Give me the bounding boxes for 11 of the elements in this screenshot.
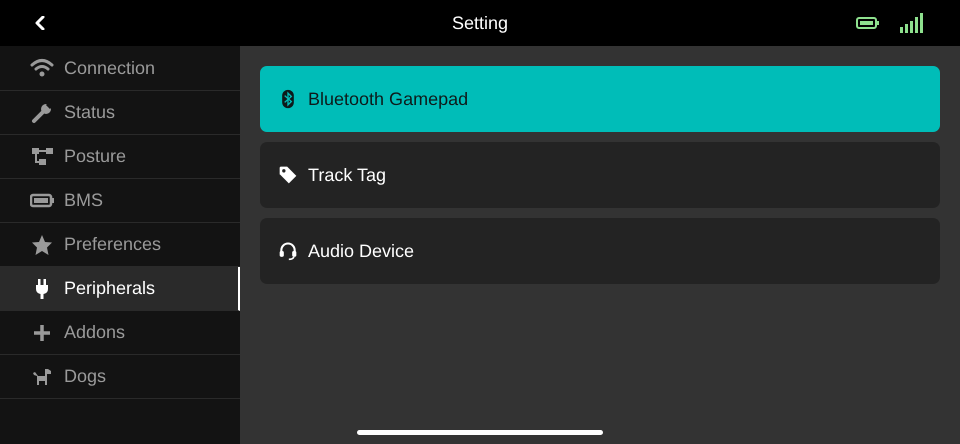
star-icon xyxy=(30,232,54,256)
tag-icon xyxy=(278,165,298,185)
page-title: Setting xyxy=(452,12,508,35)
back-icon xyxy=(35,16,45,30)
headset-icon xyxy=(278,241,298,261)
device-card[interactable]: Audio Device xyxy=(260,218,940,284)
sidebar-item[interactable]: Peripherals xyxy=(0,267,240,311)
signal-icon xyxy=(900,13,924,33)
device-card[interactable]: Bluetooth Gamepad xyxy=(260,66,940,132)
device-card[interactable]: Track Tag xyxy=(260,142,940,208)
battery-icon xyxy=(856,17,880,29)
